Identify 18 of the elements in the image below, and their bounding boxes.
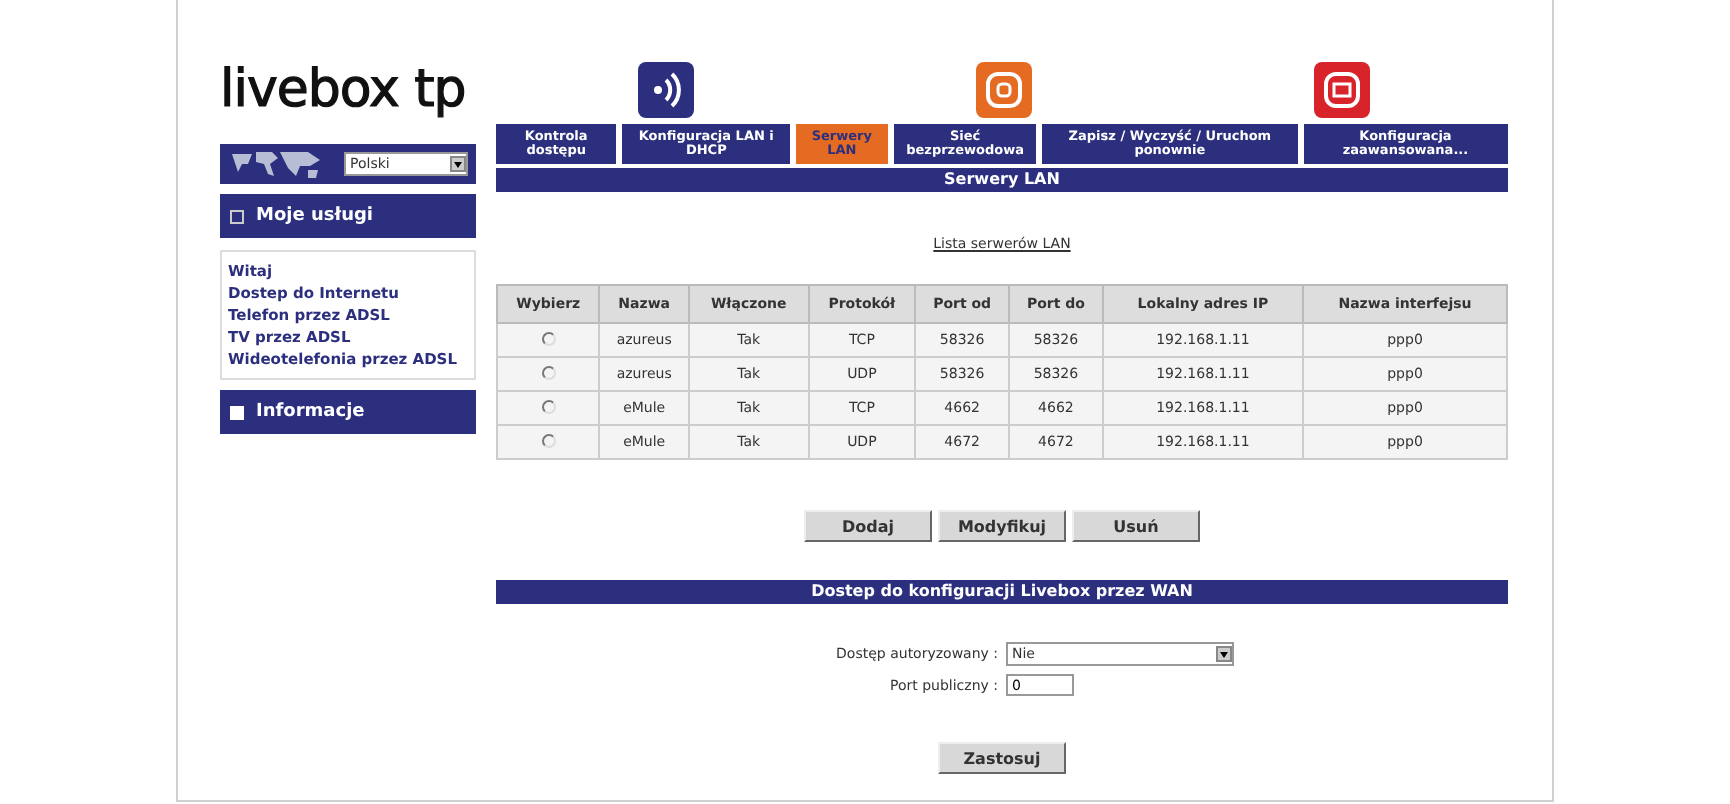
section-title: Moje usługi: [256, 206, 373, 226]
expand-icon[interactable]: [230, 405, 244, 419]
radio-button[interactable]: [541, 433, 556, 447]
section-title-bar: Serwery LAN: [496, 168, 1508, 192]
sidebar-section-header[interactable]: Moje usługi: [220, 194, 476, 238]
radio-button[interactable]: [541, 399, 556, 413]
action-button[interactable]: Usuń: [1072, 510, 1200, 542]
section-title-bar: Dostep do konfiguracji Livebox przez WAN: [496, 580, 1508, 604]
radio-button[interactable]: [541, 365, 556, 379]
collapse-icon[interactable]: [230, 209, 244, 223]
logo: livebox tp: [220, 60, 468, 120]
phone-signal-icon[interactable]: [638, 62, 694, 118]
action-button[interactable]: Dodaj: [804, 510, 932, 542]
action-button[interactable]: Modyfikuj: [938, 510, 1066, 542]
radio-button[interactable]: [541, 331, 556, 345]
sidebar-section-header[interactable]: Informacje: [220, 390, 476, 434]
section-title: Informacje: [256, 402, 365, 422]
apply-button[interactable]: Zastosuj: [938, 742, 1066, 774]
